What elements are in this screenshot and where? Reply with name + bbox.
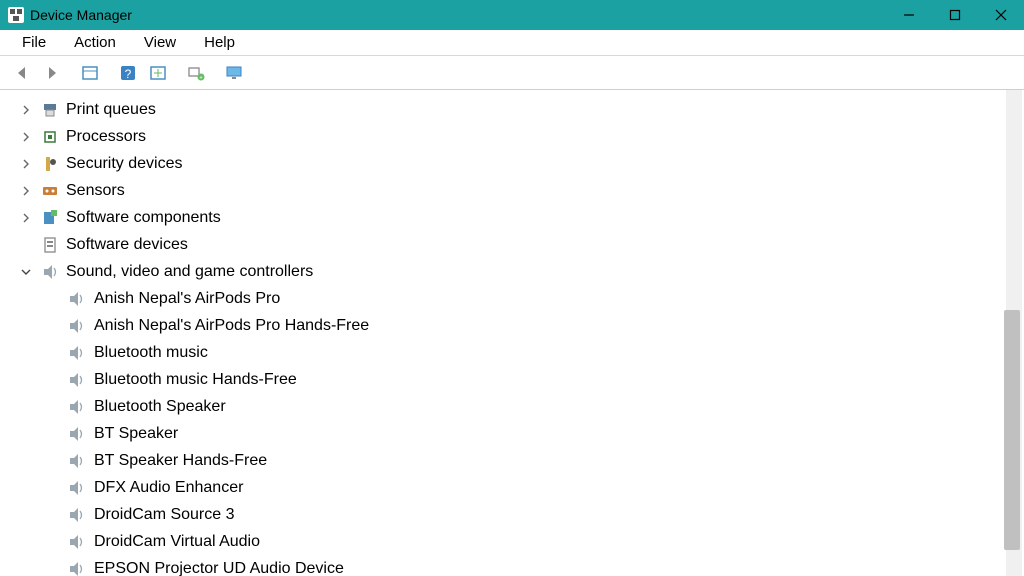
device-label: EPSON Projector UD Audio Device: [94, 560, 344, 576]
category-software-devices[interactable]: Software devices: [18, 231, 1024, 258]
chevron-right-icon[interactable]: [18, 156, 34, 172]
device-item[interactable]: Bluetooth Speaker: [66, 393, 1024, 420]
device-label: DroidCam Source 3: [94, 506, 235, 524]
category-label: Print queues: [66, 101, 156, 119]
speaker-icon: [66, 559, 86, 576]
content-area: Print queues Processors Security devices: [0, 90, 1024, 576]
device-item[interactable]: Bluetooth music Hands-Free: [66, 366, 1024, 393]
show-hidden-button[interactable]: [76, 59, 104, 87]
speaker-icon: [66, 478, 86, 498]
monitor-button[interactable]: [220, 59, 248, 87]
chevron-right-icon[interactable]: [18, 183, 34, 199]
scrollbar-track[interactable]: [1006, 90, 1022, 576]
category-label: Security devices: [66, 155, 183, 173]
device-item[interactable]: EPSON Projector UD Audio Device: [66, 555, 1024, 576]
software-device-icon: [40, 235, 60, 255]
device-label: DFX Audio Enhancer: [94, 479, 243, 497]
device-label: BT Speaker Hands-Free: [94, 452, 267, 470]
speaker-icon: [66, 343, 86, 363]
menu-view[interactable]: View: [130, 32, 190, 53]
maximize-button[interactable]: [932, 0, 978, 30]
device-label: Anish Nepal's AirPods Pro: [94, 290, 280, 308]
chevron-right-icon[interactable]: [18, 102, 34, 118]
window-controls: [886, 0, 1024, 30]
speaker-icon: [66, 451, 86, 471]
svg-text:+: +: [199, 75, 203, 81]
device-item[interactable]: BT Speaker Hands-Free: [66, 447, 1024, 474]
device-item[interactable]: DroidCam Virtual Audio: [66, 528, 1024, 555]
device-item[interactable]: Anish Nepal's AirPods Pro: [66, 285, 1024, 312]
speaker-icon: [40, 262, 60, 282]
device-label: BT Speaker: [94, 425, 178, 443]
category-label: Processors: [66, 128, 146, 146]
menu-bar: File Action View Help: [0, 30, 1024, 56]
category-label: Software devices: [66, 236, 188, 254]
device-item[interactable]: BT Speaker: [66, 420, 1024, 447]
toolbar: ? +: [0, 56, 1024, 90]
category-processors[interactable]: Processors: [18, 123, 1024, 150]
close-button[interactable]: [978, 0, 1024, 30]
device-label: DroidCam Virtual Audio: [94, 533, 260, 551]
expand-spacer: [18, 237, 34, 253]
add-hardware-button[interactable]: +: [182, 59, 210, 87]
speaker-icon: [66, 397, 86, 417]
device-label: Anish Nepal's AirPods Pro Hands-Free: [94, 317, 369, 335]
window-title: Device Manager: [30, 7, 132, 23]
svg-text:?: ?: [125, 67, 132, 81]
forward-button[interactable]: [38, 59, 66, 87]
category-sound-video-game[interactable]: Sound, video and game controllers: [18, 258, 1024, 285]
scan-button[interactable]: [144, 59, 172, 87]
device-item[interactable]: DFX Audio Enhancer: [66, 474, 1024, 501]
menu-file[interactable]: File: [8, 32, 60, 53]
menu-help[interactable]: Help: [190, 32, 249, 53]
device-item[interactable]: Anish Nepal's AirPods Pro Hands-Free: [66, 312, 1024, 339]
device-tree: Print queues Processors Security devices: [0, 90, 1024, 576]
app-icon: [8, 7, 24, 23]
back-button[interactable]: [8, 59, 36, 87]
device-label: Bluetooth Speaker: [94, 398, 226, 416]
device-label: Bluetooth music Hands-Free: [94, 371, 297, 389]
minimize-button[interactable]: [886, 0, 932, 30]
speaker-icon: [66, 316, 86, 336]
device-label: Bluetooth music: [94, 344, 208, 362]
category-label: Software components: [66, 209, 221, 227]
speaker-icon: [66, 424, 86, 444]
category-print-queues[interactable]: Print queues: [18, 96, 1024, 123]
category-security-devices[interactable]: Security devices: [18, 150, 1024, 177]
sensor-icon: [40, 181, 60, 201]
category-label: Sound, video and game controllers: [66, 263, 313, 281]
category-sensors[interactable]: Sensors: [18, 177, 1024, 204]
speaker-icon: [66, 370, 86, 390]
speaker-icon: [66, 532, 86, 552]
category-software-components[interactable]: Software components: [18, 204, 1024, 231]
category-label: Sensors: [66, 182, 125, 200]
speaker-icon: [66, 505, 86, 525]
scrollbar-thumb[interactable]: [1004, 310, 1020, 550]
help-button[interactable]: ?: [114, 59, 142, 87]
chevron-right-icon[interactable]: [18, 129, 34, 145]
chevron-right-icon[interactable]: [18, 210, 34, 226]
security-icon: [40, 154, 60, 174]
device-item[interactable]: DroidCam Source 3: [66, 501, 1024, 528]
menu-action[interactable]: Action: [60, 32, 130, 53]
speaker-icon: [66, 289, 86, 309]
software-component-icon: [40, 208, 60, 228]
chevron-down-icon[interactable]: [18, 264, 34, 280]
device-item[interactable]: Bluetooth music: [66, 339, 1024, 366]
title-bar: Device Manager: [0, 0, 1024, 30]
printer-icon: [40, 100, 60, 120]
cpu-icon: [40, 127, 60, 147]
sound-children: Anish Nepal's AirPods Pro Anish Nepal's …: [66, 285, 1024, 576]
